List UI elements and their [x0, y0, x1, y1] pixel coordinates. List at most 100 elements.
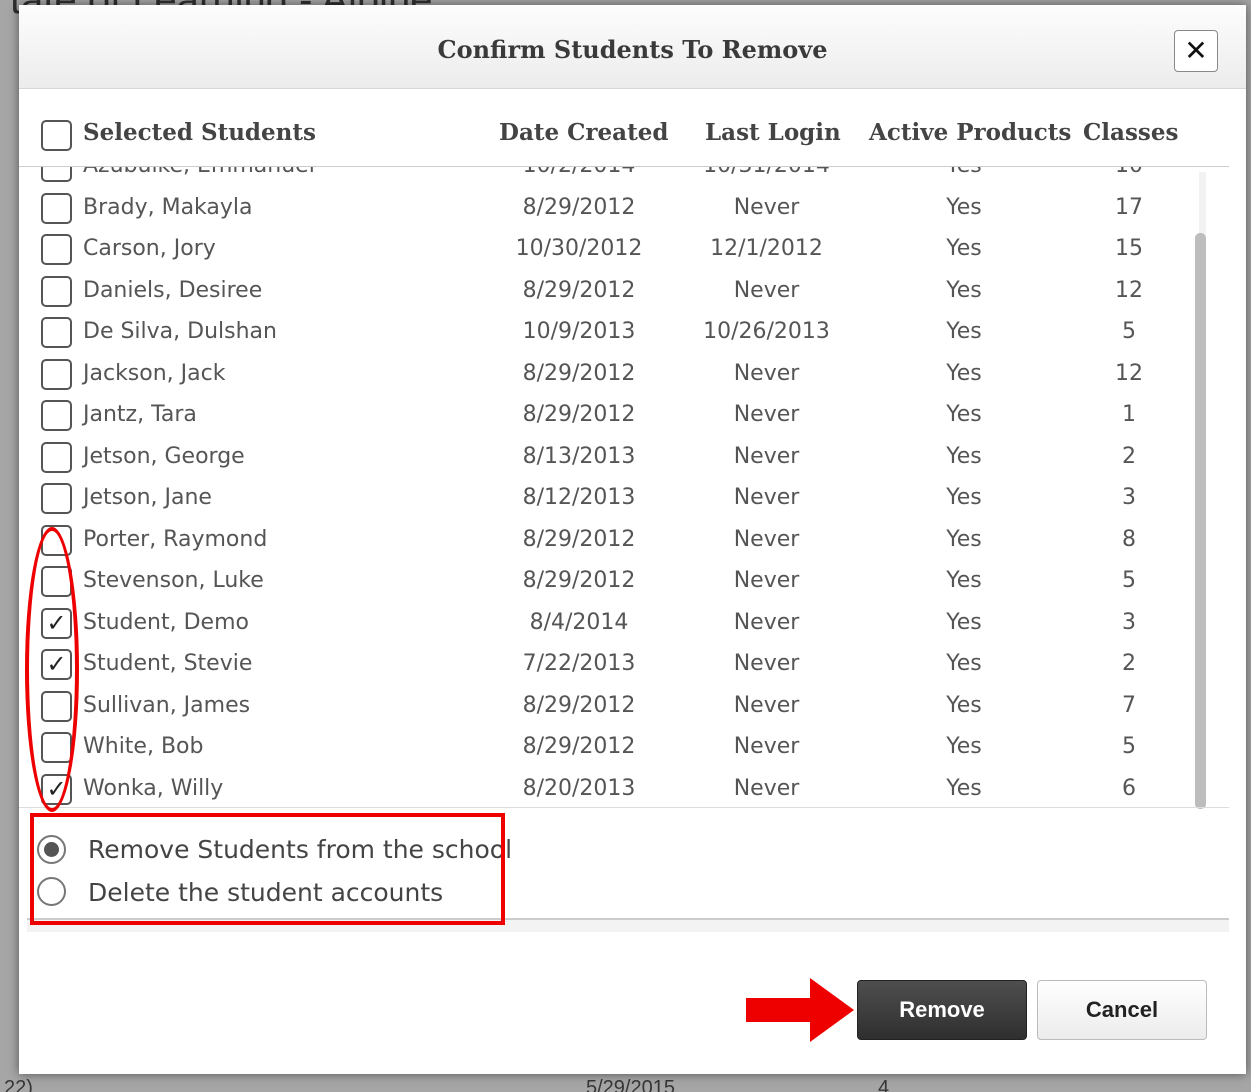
date-created: 8/29/2012 — [522, 402, 636, 427]
last-login: Never — [733, 692, 800, 718]
options-footer-band — [27, 920, 1229, 932]
table-row[interactable]: ✓ Student, Stevie 7/22/2013 Never Yes 2 — [19, 645, 1209, 686]
classes-count: 3 — [1122, 485, 1136, 510]
row-checkbox[interactable] — [41, 441, 72, 473]
classes-count: 2 — [1122, 651, 1136, 676]
active-products: Yes — [864, 167, 1064, 178]
classes-count: 5 — [1122, 568, 1136, 593]
row-checkbox[interactable] — [41, 192, 72, 224]
close-icon: ✕ — [1184, 34, 1208, 67]
date-created: 8/29/2012 — [522, 692, 636, 718]
column-header-date-created[interactable]: Date Created — [499, 119, 668, 146]
date-created: 8/29/2012 — [522, 734, 636, 759]
row-checkbox[interactable] — [41, 358, 72, 390]
last-login: Never — [733, 651, 800, 676]
remove-button[interactable]: Remove — [857, 980, 1027, 1040]
student-name: Jackson, Jack — [83, 360, 226, 386]
row-checkbox[interactable] — [41, 566, 72, 597]
remove-from-school-label[interactable]: Remove Students from the school — [88, 835, 512, 864]
row-checkbox[interactable] — [41, 732, 72, 763]
date-created: 10/30/2012 — [515, 236, 643, 261]
student-name: Stevenson, Luke — [83, 568, 264, 593]
last-login: Never — [733, 609, 800, 635]
table-row[interactable]: Daniels, Desiree 8/29/2012 Never Yes 12 — [19, 272, 1209, 313]
table-row[interactable]: Jackson, Jack 8/29/2012 Never Yes 12 — [19, 355, 1209, 396]
active-products: Yes — [946, 402, 982, 427]
student-list[interactable]: Azubuike, Emmanuel10/2/201410/31/2014Yes… — [19, 167, 1209, 807]
remove-from-school-radio[interactable] — [37, 835, 66, 864]
table-row[interactable]: Porter, Raymond 8/29/2012 Never Yes 8 — [19, 521, 1209, 562]
table-row[interactable]: ✓ Student, Demo 8/4/2014 Never Yes 3 — [19, 604, 1209, 645]
last-login: 10/26/2013 — [703, 319, 830, 344]
classes-count: 5 — [1122, 734, 1136, 759]
classes-count: 2 — [1122, 443, 1136, 469]
table-divider — [19, 807, 1229, 808]
student-name: Jantz, Tara — [83, 402, 197, 427]
active-products: Yes — [946, 775, 982, 801]
date-created: 10/9/2013 — [522, 319, 636, 344]
delete-accounts-radio[interactable] — [37, 877, 66, 906]
last-login: 12/1/2012 — [710, 236, 823, 261]
column-header-last-login[interactable]: Last Login — [705, 119, 841, 146]
active-products: Yes — [946, 194, 982, 220]
table-row[interactable]: Jetson, Jane 8/12/2013 Never Yes 3 — [19, 479, 1209, 520]
column-header-active-products[interactable]: Active Products — [869, 119, 1071, 146]
scrollbar-thumb[interactable] — [1195, 233, 1206, 809]
classes-count: 15 — [1115, 236, 1143, 261]
column-header-classes[interactable]: Classes — [1083, 119, 1178, 146]
table-row[interactable]: Stevenson, Luke 8/29/2012 Never Yes 5 — [19, 562, 1209, 603]
active-products: Yes — [946, 360, 982, 386]
delete-accounts-label[interactable]: Delete the student accounts — [88, 878, 443, 907]
table-row[interactable]: Jantz, Tara 8/29/2012 Never Yes 1 — [19, 396, 1209, 437]
date-created: 8/29/2012 — [522, 568, 636, 593]
row-checkbox[interactable] — [41, 524, 72, 556]
row-checkbox[interactable] — [41, 275, 72, 307]
table-row[interactable]: ✓ Wonka, Willy 8/20/2013 Never Yes 6 — [19, 770, 1209, 808]
last-login: Never — [733, 775, 800, 801]
active-products: Yes — [946, 692, 982, 718]
date-created: 8/12/2013 — [522, 485, 636, 510]
row-checkbox[interactable] — [41, 690, 72, 722]
student-name: Student, Stevie — [83, 651, 253, 676]
last-login: Never — [733, 485, 800, 510]
classes-count: 12 — [1115, 277, 1143, 303]
row-checkbox[interactable] — [41, 317, 72, 348]
table-row[interactable]: Azubuike, Emmanuel 10/2/201410/31/2014Yes… — [19, 167, 1209, 188]
student-name: Porter, Raymond — [83, 526, 268, 552]
date-created: 8/13/2013 — [522, 443, 636, 469]
row-checkbox-checked[interactable]: ✓ — [41, 607, 72, 639]
row-checkbox-checked[interactable]: ✓ — [41, 773, 72, 805]
select-all-checkbox[interactable] — [41, 120, 72, 151]
last-login: 10/31/2014 — [669, 167, 864, 178]
cancel-button[interactable]: Cancel — [1037, 980, 1207, 1040]
table-row[interactable]: Sullivan, James 8/29/2012 Never Yes 7 — [19, 687, 1209, 728]
date-created: 8/29/2012 — [522, 360, 636, 386]
active-products: Yes — [946, 526, 982, 552]
date-created: 10/2/2014 — [469, 167, 689, 178]
classes-count: 1 — [1122, 402, 1136, 427]
column-header-selected-students[interactable]: Selected Students — [83, 119, 316, 146]
date-created: 8/29/2012 — [522, 526, 636, 552]
classes-count: 8 — [1122, 526, 1136, 552]
row-checkbox[interactable] — [41, 167, 72, 182]
active-products: Yes — [946, 277, 982, 303]
row-checkbox-checked[interactable]: ✓ — [41, 649, 72, 680]
last-login: Never — [733, 194, 800, 220]
active-products: Yes — [946, 568, 982, 593]
date-created: 8/20/2013 — [522, 775, 636, 801]
row-checkbox[interactable] — [41, 400, 72, 431]
last-login: Never — [733, 402, 800, 427]
classes-count: 12 — [1115, 360, 1143, 386]
table-row[interactable]: De Silva, Dulshan 10/9/2013 10/26/2013 Yes 5 — [19, 313, 1209, 354]
close-button[interactable]: ✕ — [1174, 30, 1218, 72]
table-row[interactable]: White, Bob 8/29/2012 Never Yes 5 — [19, 728, 1209, 769]
table-row[interactable]: Carson, Jory 10/30/2012 12/1/2012 Yes 15 — [19, 230, 1209, 271]
student-name: Carson, Jory — [83, 236, 216, 261]
table-row[interactable]: Brady, Makayla 8/29/2012 Never Yes 17 — [19, 189, 1209, 230]
row-checkbox[interactable] — [41, 234, 72, 265]
student-name: Student, Demo — [83, 609, 249, 635]
student-name: Sullivan, James — [83, 692, 251, 718]
active-products: Yes — [946, 236, 982, 261]
row-checkbox[interactable] — [41, 483, 72, 514]
table-row[interactable]: Jetson, George 8/13/2013 Never Yes 2 — [19, 438, 1209, 479]
